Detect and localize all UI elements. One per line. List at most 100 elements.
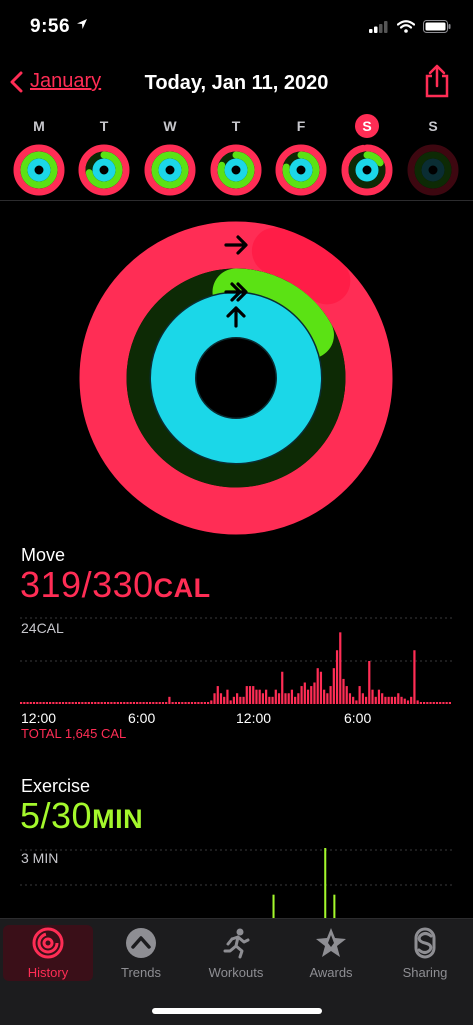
tab-workouts-label: Workouts	[208, 965, 264, 980]
day-label-2: W	[163, 118, 177, 134]
move-chart-bar	[181, 702, 184, 704]
move-chart-bar	[232, 696, 235, 704]
move-chart-bar	[281, 671, 284, 704]
move-chart-bar	[142, 702, 145, 704]
move-chart-bar	[326, 693, 329, 704]
move-chart-bar	[306, 689, 310, 704]
move-chart-bar	[364, 696, 368, 704]
exercise-chart-bar	[324, 848, 327, 918]
move-chart-bar	[26, 702, 29, 704]
move-chart-bar	[323, 689, 326, 704]
move-chart-bar	[177, 702, 181, 704]
move-chart-bar	[103, 702, 107, 704]
tab-awards[interactable]: Awards	[286, 925, 376, 981]
move-chart-bar	[197, 702, 200, 704]
battery-icon	[423, 20, 451, 33]
move-chart-bar	[119, 702, 123, 704]
day-rings-3[interactable]	[209, 143, 263, 197]
move-chart-bar	[223, 696, 226, 704]
move-chart-bar	[74, 702, 78, 704]
workouts-icon	[223, 928, 250, 959]
tab-history[interactable]: History	[3, 925, 93, 981]
move-chart-bar	[416, 700, 419, 704]
move-chart-bar	[139, 702, 142, 704]
move-chart-bar	[152, 702, 155, 704]
sharing-icon	[414, 927, 436, 959]
move-chart-bar	[78, 702, 81, 704]
day-rings-5[interactable]	[340, 143, 394, 197]
move-chart-bar	[274, 689, 277, 704]
back-button-label: January	[30, 70, 102, 92]
exercise-label: Exercise	[21, 776, 91, 796]
move-chart-bar	[310, 686, 313, 704]
move-chart-bar	[377, 689, 381, 704]
move-chart-bar	[445, 702, 448, 704]
history-icon	[32, 927, 64, 959]
day-rings-0[interactable]	[12, 143, 66, 197]
move-chart-bar	[329, 686, 332, 704]
day-rings-2[interactable]	[143, 143, 197, 197]
move-chart-bar	[161, 702, 165, 704]
move-chart-bar	[294, 696, 297, 704]
move-chart-bar	[381, 693, 384, 704]
move-tick-4: 6:00	[344, 710, 372, 726]
move-chart-bar	[268, 696, 271, 704]
tab-sharing[interactable]: Sharing	[380, 925, 470, 981]
exercise-value-number: 5/30	[20, 795, 93, 836]
move-chart-bar	[374, 696, 377, 704]
tab-awards-label: Awards	[309, 965, 353, 980]
day-rings-4[interactable]	[274, 143, 328, 197]
day-label-3: T	[231, 118, 241, 134]
move-chart-bar	[290, 689, 294, 704]
move-chart-bar	[219, 693, 223, 704]
move-chart-bar	[239, 696, 242, 704]
move-chart-bar	[319, 671, 323, 704]
move-chart-bar	[390, 696, 393, 704]
trends-icon	[126, 928, 156, 958]
move-chart-bar	[342, 678, 345, 704]
share-button[interactable]	[423, 64, 451, 103]
move-chart-bar	[45, 702, 49, 704]
move-chart-bar	[20, 702, 23, 704]
move-chart-bar	[49, 702, 52, 704]
move-chart-bar	[313, 682, 316, 704]
move-tick-3: 12:00	[236, 710, 272, 726]
cellular-signal-icon	[369, 20, 388, 33]
day-label-4: F	[296, 118, 306, 134]
move-chart-bar	[187, 702, 190, 704]
stand-ring	[151, 293, 321, 463]
move-chart-bar	[384, 696, 387, 704]
day-rings-6[interactable]	[406, 143, 460, 197]
tab-trends-label: Trends	[121, 965, 161, 980]
tab-history-label: History	[27, 965, 69, 980]
move-chart-bar	[297, 693, 300, 704]
move-chart-bar	[265, 689, 268, 704]
move-chart-bar	[194, 702, 197, 704]
move-label: Move	[21, 545, 66, 565]
move-chart-bar	[206, 702, 210, 704]
move-chart-bar	[145, 702, 148, 704]
move-chart-bar	[448, 702, 451, 704]
move-value: 319/330CAL	[20, 564, 211, 606]
move-chart-bar	[116, 702, 119, 704]
awards-icon	[316, 928, 346, 957]
move-chart-bar	[126, 702, 129, 704]
day-label-1: T	[99, 118, 109, 134]
move-chart-bar	[226, 689, 229, 704]
move-chart-bar	[229, 700, 232, 704]
move-value-unit: CAL	[153, 573, 211, 603]
move-chart-bar	[71, 702, 74, 704]
day-rings-1[interactable]	[77, 143, 131, 197]
tab-trends[interactable]: Trends	[96, 925, 186, 981]
back-button[interactable]: January	[10, 70, 101, 93]
tab-workouts[interactable]: Workouts	[191, 925, 281, 981]
tab-sharing-label: Sharing	[402, 965, 448, 980]
day-label-0: M	[33, 118, 45, 134]
move-chart-bar	[387, 696, 390, 704]
move-chart-bar	[81, 702, 84, 704]
move-chart-bar	[58, 702, 61, 704]
move-chart-bar	[52, 702, 55, 704]
move-chart-bar	[87, 702, 90, 704]
navigation-bar: January Today, Jan 11, 2020	[0, 64, 473, 108]
move-chart-bar	[403, 698, 406, 705]
